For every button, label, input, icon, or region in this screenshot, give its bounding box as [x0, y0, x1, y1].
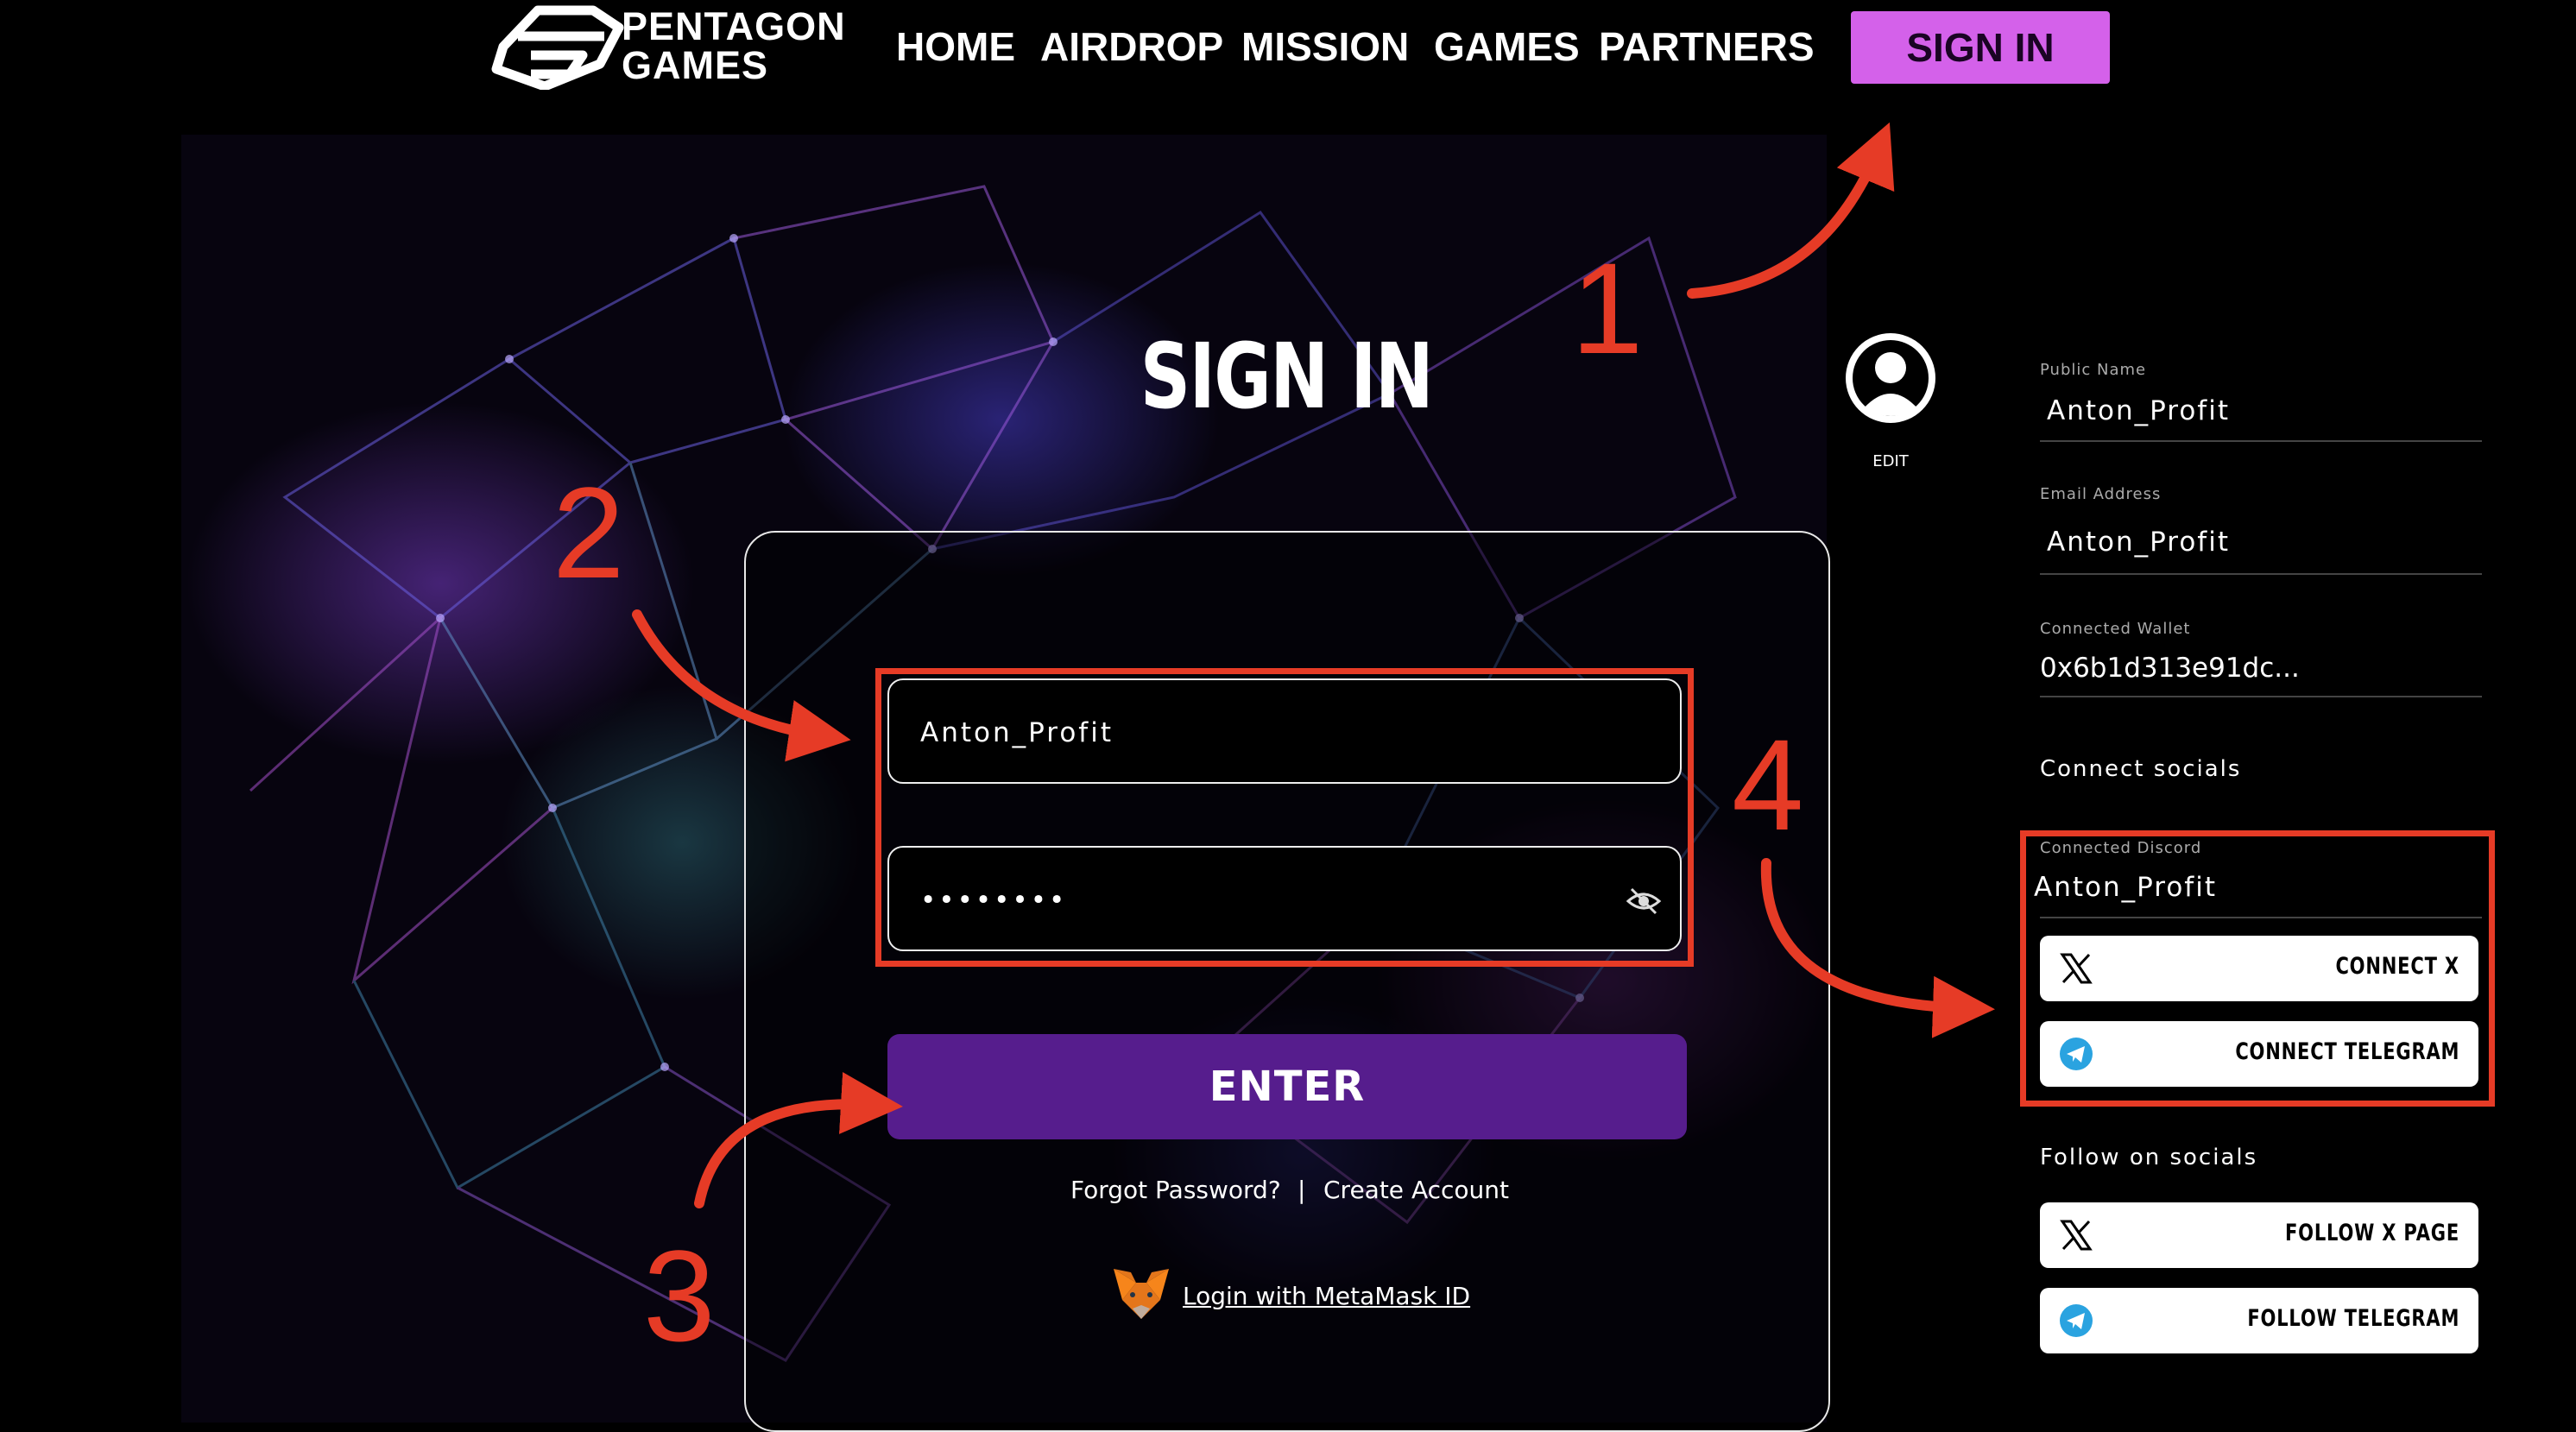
arrow-to-signin	[1687, 122, 1895, 299]
arrow-to-fields	[632, 609, 851, 762]
arrow-to-enter	[694, 1072, 903, 1208]
arrow-to-socials	[1760, 858, 1995, 1038]
annotation-arrows	[632, 122, 1995, 1208]
